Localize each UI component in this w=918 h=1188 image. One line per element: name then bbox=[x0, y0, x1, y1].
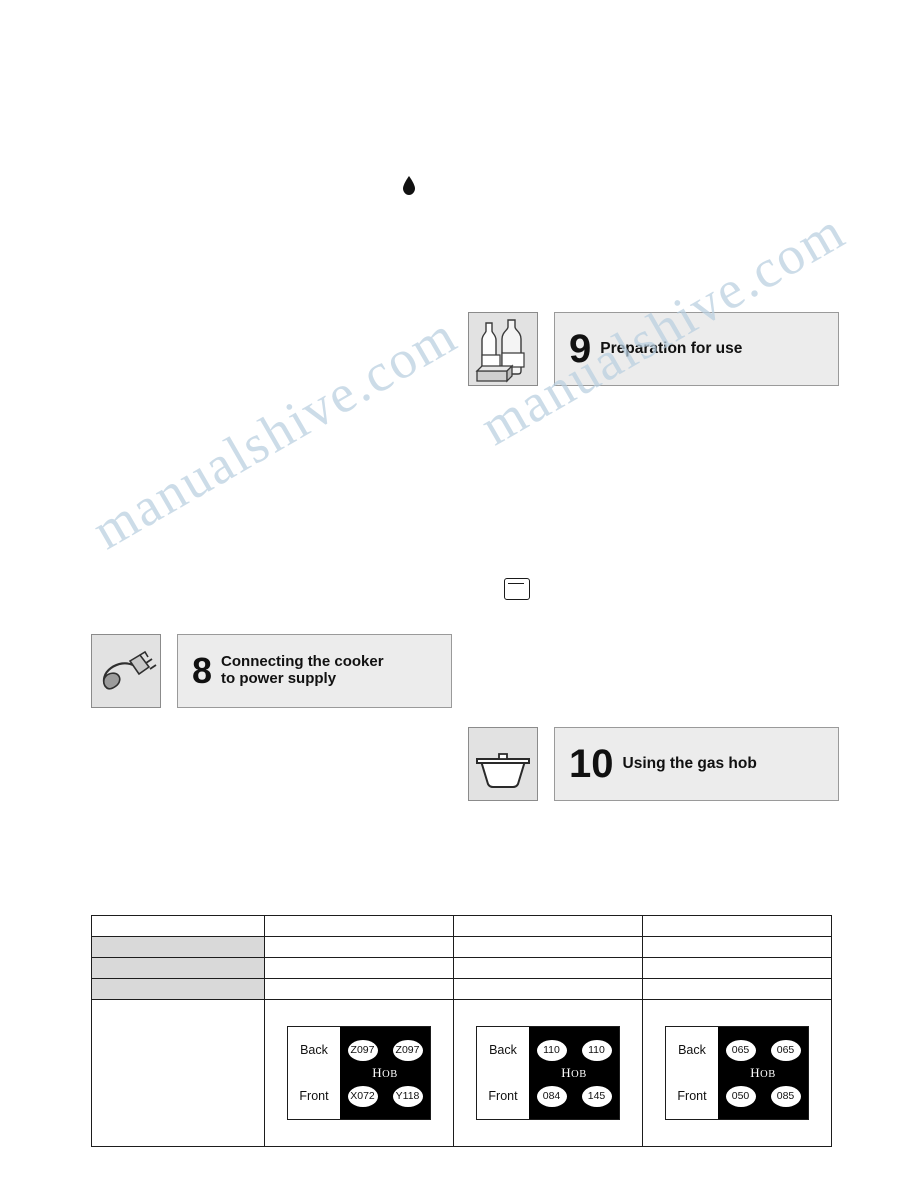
table-cell bbox=[91, 915, 265, 937]
drop-icon bbox=[402, 176, 416, 195]
power-plug-icon bbox=[91, 634, 161, 708]
hob-3-burner-back-left: 065 bbox=[725, 1039, 756, 1061]
table-row bbox=[91, 978, 832, 1000]
section-connecting-the-cooker: 8 Connecting the cooker to power supply bbox=[91, 634, 452, 708]
hob-1-word: HOB bbox=[372, 1065, 398, 1080]
section-8-title-line-2: to power supply bbox=[221, 670, 337, 687]
table-row bbox=[91, 915, 832, 937]
table-cell bbox=[642, 936, 832, 958]
hob-3-label-back: Back bbox=[678, 1043, 706, 1057]
hob-1-grid: Z097 Z097 X072 Y118 HOB bbox=[340, 1027, 430, 1119]
hob-3-word: HOB bbox=[750, 1065, 776, 1080]
table-cell bbox=[91, 957, 265, 979]
hob-3-grid: 065 065 050 085 HOB bbox=[718, 1027, 808, 1119]
hob-1-burner-front-left: X072 bbox=[347, 1085, 378, 1107]
hob-diagram-3: Back Front 065 065 050 085 HOB bbox=[665, 1026, 809, 1120]
section-preparation-for-use: 9 Preparation for use bbox=[468, 312, 839, 386]
cooking-pot-icon bbox=[468, 727, 538, 801]
table-cell bbox=[453, 978, 643, 1000]
table-cell bbox=[642, 978, 832, 1000]
table-row-hob-diagrams: Back Front Z097 Z097 X072 Y118 HOB Back … bbox=[91, 999, 832, 1147]
section-8-title-line-1: Connecting the cooker bbox=[221, 653, 384, 671]
hob-specification-table: Back Front Z097 Z097 X072 Y118 HOB Back … bbox=[91, 915, 832, 1147]
hob-1-word-small: OB bbox=[382, 1069, 398, 1080]
table-cell bbox=[91, 936, 265, 958]
table-cell-hob-3: Back Front 065 065 050 085 HOB bbox=[642, 999, 832, 1147]
display-panel-icon bbox=[504, 578, 530, 600]
hob-3-labels: Back Front bbox=[666, 1027, 718, 1119]
table-cell bbox=[264, 978, 454, 1000]
watermark-line-1: manualshive.com bbox=[82, 304, 468, 561]
hob-1-label-front: Front bbox=[299, 1089, 329, 1103]
section-9-header-bar: 9 Preparation for use bbox=[554, 312, 839, 386]
table-cell bbox=[642, 957, 832, 979]
section-8-number: 8 bbox=[192, 650, 213, 691]
hob-2-burner-back-right: 110 bbox=[581, 1039, 612, 1061]
table-cell bbox=[264, 936, 454, 958]
hob-2-label-back: Back bbox=[489, 1043, 517, 1057]
table-cell bbox=[264, 915, 454, 937]
hob-1-burner-back-right: Z097 bbox=[392, 1039, 423, 1061]
hob-2-grid: 110 110 084 145 HOB bbox=[529, 1027, 619, 1119]
hob-2-label-front: Front bbox=[488, 1089, 518, 1103]
section-using-the-gas-hob: 10 Using the gas hob bbox=[468, 727, 839, 801]
hob-2-word-small: OB bbox=[571, 1069, 587, 1080]
hob-3-label-front: Front bbox=[677, 1089, 707, 1103]
section-10-header-bar: 10 Using the gas hob bbox=[554, 727, 839, 801]
hob-2-burner-back-left: 110 bbox=[536, 1039, 567, 1061]
hob-3-burner-back-right: 065 bbox=[770, 1039, 801, 1061]
table-cell bbox=[642, 915, 832, 937]
section-10-number: 10 bbox=[569, 742, 614, 786]
table-cell bbox=[453, 915, 643, 937]
hob-3-word-small: OB bbox=[760, 1069, 776, 1080]
hob-1-labels: Back Front bbox=[288, 1027, 340, 1119]
hob-2-burner-front-left: 084 bbox=[536, 1085, 567, 1107]
hob-2-burner-front-right: 145 bbox=[581, 1085, 612, 1107]
table-cell bbox=[453, 936, 643, 958]
hob-1-burner-back-left: Z097 bbox=[347, 1039, 378, 1061]
table-cell bbox=[264, 957, 454, 979]
table-row bbox=[91, 957, 832, 979]
hob-3-burner-front-right: 085 bbox=[770, 1085, 801, 1107]
hob-2-word: HOB bbox=[561, 1065, 587, 1080]
table-row bbox=[91, 936, 832, 958]
hob-2-labels: Back Front bbox=[477, 1027, 529, 1119]
hob-3-burner-front-left: 050 bbox=[725, 1085, 756, 1107]
table-cell bbox=[453, 957, 643, 979]
hob-1-label-back: Back bbox=[300, 1043, 328, 1057]
table-cell-hob-1: Back Front Z097 Z097 X072 Y118 HOB bbox=[264, 999, 454, 1147]
section-9-number: 9 bbox=[569, 327, 592, 371]
table-cell bbox=[91, 978, 265, 1000]
table-cell bbox=[91, 999, 265, 1147]
table-cell-hob-2: Back Front 110 110 084 145 HOB bbox=[453, 999, 643, 1147]
section-8-title: Connecting the cooker to power supply bbox=[221, 653, 384, 688]
section-10-title: Using the gas hob bbox=[622, 755, 757, 773]
hob-diagram-1: Back Front Z097 Z097 X072 Y118 HOB bbox=[287, 1026, 431, 1120]
hob-diagram-2: Back Front 110 110 084 145 HOB bbox=[476, 1026, 620, 1120]
hob-1-burner-front-right: Y118 bbox=[392, 1085, 423, 1107]
bottles-icon bbox=[468, 312, 538, 386]
section-8-header-bar: 8 Connecting the cooker to power supply bbox=[177, 634, 452, 708]
section-9-title: Preparation for use bbox=[600, 340, 743, 358]
